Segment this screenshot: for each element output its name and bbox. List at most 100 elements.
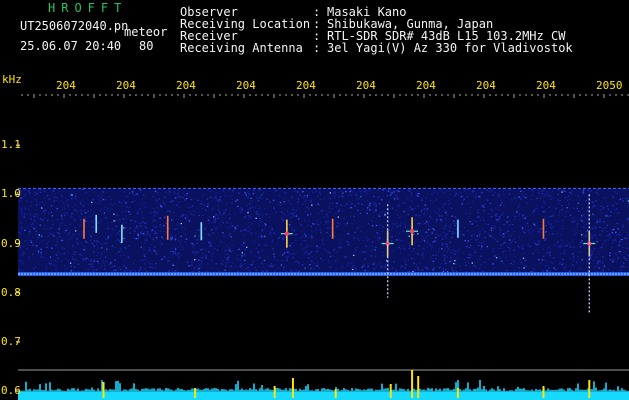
noise-pixel (366, 240, 369, 242)
noise-pixel (257, 252, 260, 254)
noise-pixel (338, 196, 340, 198)
noise-pixel (594, 266, 596, 268)
noise-pixel (143, 222, 146, 224)
noise-pixel (233, 231, 235, 233)
noise-pixel (541, 228, 543, 230)
noise-pixel (334, 196, 336, 198)
noise-pixel (550, 198, 552, 200)
noise-pixel (487, 223, 490, 226)
noise-pixel (222, 189, 224, 191)
noise-pixel (329, 266, 331, 268)
noise-pixel (336, 226, 338, 228)
noise-pixel (577, 202, 579, 204)
noise-pixel (440, 266, 442, 268)
noise-pixel (326, 232, 328, 234)
noise-pixel (48, 240, 50, 243)
noise-pixel (329, 192, 331, 194)
noise-pixel (342, 192, 344, 194)
noise-pixel (61, 247, 64, 249)
noise-pixel (439, 263, 442, 265)
noise-pixel (390, 240, 393, 242)
noise-pixel (428, 243, 431, 245)
noise-pixel (428, 225, 430, 227)
noise-pixel (327, 216, 329, 218)
noise-pixel (91, 220, 94, 222)
noise-pixel (131, 220, 133, 222)
noise-pixel (243, 217, 246, 219)
noise-pixel (594, 227, 596, 229)
noise-pixel (522, 215, 524, 217)
noise-pixel (334, 192, 336, 195)
noise-pixel (416, 193, 419, 195)
noise-pixel (252, 206, 254, 208)
noise-pixel (115, 220, 117, 222)
noise-pixel (306, 246, 308, 248)
noise-pixel (602, 230, 604, 232)
noise-pixel (144, 263, 146, 265)
noise-pixel (566, 239, 568, 241)
noise-pixel (225, 253, 228, 255)
noise-pixel (99, 267, 101, 269)
noise-pixel (42, 210, 44, 212)
noise-pixel (445, 237, 447, 239)
noise-pixel (606, 230, 608, 232)
noise-pixel (626, 247, 628, 249)
noise-pixel (65, 257, 67, 260)
noise-pixel (371, 225, 374, 227)
noise-pixel (164, 196, 166, 198)
noise-pixel (549, 195, 551, 197)
noise-pixel (29, 230, 31, 233)
noise-pixel (219, 198, 221, 200)
noise-pixel (93, 244, 95, 246)
noise-pixel (352, 265, 354, 267)
noise-pixel (403, 211, 405, 213)
noise-pixel (454, 253, 456, 255)
noise-pixel (566, 199, 569, 201)
noise-pixel (366, 238, 368, 240)
noise-pixel (617, 228, 619, 230)
noise-pixel (607, 208, 610, 210)
noise-pixel (597, 262, 599, 264)
noise-pixel (144, 239, 146, 241)
noise-pixel (548, 206, 551, 208)
noise-pixel (611, 242, 613, 244)
noise-pixel (521, 268, 523, 270)
noise-pixel (116, 252, 118, 254)
noise-pixel (145, 227, 147, 229)
noise-pixel (525, 265, 527, 267)
noise-pixel (407, 270, 409, 272)
noise-pixel (74, 195, 77, 197)
noise-pixel (134, 230, 136, 232)
noise-pixel (296, 260, 298, 262)
noise-pixel (64, 224, 66, 226)
noise-pixel (214, 217, 217, 219)
noise-pixel (212, 267, 214, 269)
noise-pixel (24, 194, 26, 196)
noise-pixel (569, 246, 572, 248)
noise-pixel (483, 209, 486, 212)
noise-pixel (444, 254, 446, 256)
noise-pixel (80, 200, 83, 202)
noise-pixel (448, 230, 451, 232)
noise-pixel (397, 198, 399, 200)
noise-pixel (217, 217, 219, 219)
noise-pixel (314, 262, 316, 265)
noise-pixel (457, 193, 459, 196)
noise-pixel (181, 246, 184, 248)
noise-pixel (229, 226, 231, 228)
noise-pixel (360, 231, 362, 233)
noise-pixel (156, 207, 158, 209)
noise-pixel (190, 206, 192, 208)
noise-pixel (149, 235, 151, 238)
noise-pixel (599, 221, 601, 223)
noise-pixel (487, 199, 489, 201)
noise-pixel (491, 236, 494, 238)
noise-pixel (493, 267, 496, 269)
noise-pixel (62, 240, 65, 242)
noise-pixel (312, 223, 314, 225)
noise-pixel (145, 222, 148, 224)
noise-pixel (523, 252, 525, 254)
noise-pixel (217, 199, 219, 201)
noise-pixel (453, 249, 455, 251)
noise-pixel (422, 247, 424, 249)
